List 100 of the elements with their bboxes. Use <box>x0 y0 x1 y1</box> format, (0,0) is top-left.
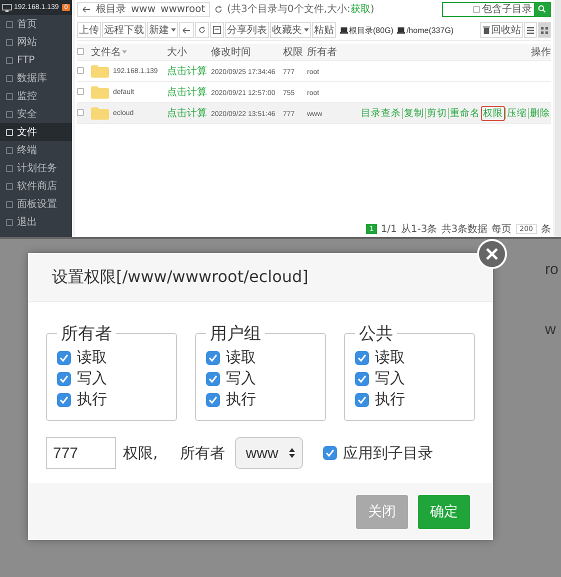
background-text: w <box>545 321 556 338</box>
sidebar-item[interactable]: 退出 <box>0 213 72 231</box>
sidebar-item[interactable]: 监控 <box>0 87 72 105</box>
range-text: 从1-3条 <box>400 222 438 236</box>
back-arrow-button[interactable] <box>179 22 194 38</box>
dialog-title: 设置权限[/www/wwwroot/ecloud] <box>52 266 308 288</box>
caret-icon <box>304 28 309 32</box>
drive-icon <box>397 26 406 34</box>
checkbox[interactable] <box>77 48 84 54</box>
group-title: 用户组 <box>209 323 262 345</box>
square-icon <box>6 128 13 136</box>
trash-icon <box>483 26 490 34</box>
path-segment[interactable]: wwwroot <box>160 4 206 14</box>
list-view-button[interactable] <box>524 22 537 38</box>
checkbox[interactable] <box>57 350 71 364</box>
search-icon <box>538 5 546 13</box>
caret-icon <box>171 28 176 32</box>
checkbox[interactable] <box>355 350 369 364</box>
sidebar-item[interactable]: 网站 <box>0 33 72 51</box>
checkbox[interactable] <box>77 108 84 116</box>
square-icon <box>6 92 13 100</box>
search-button[interactable] <box>534 2 550 16</box>
column-header: 所有者 <box>307 46 337 59</box>
list-icon <box>527 26 534 34</box>
sidebar-item[interactable]: 计划任务 <box>0 159 72 177</box>
sidebar-item[interactable]: 首页 <box>0 15 72 33</box>
toolbar-button[interactable]: 远程下载 <box>102 22 146 38</box>
square-icon <box>6 38 13 46</box>
permission-input[interactable]: 777 <box>46 437 116 469</box>
refresh-icon <box>198 26 206 34</box>
dropdown-button[interactable]: 收藏夹 <box>270 22 311 38</box>
calculate-size-link[interactable]: 点击计算 <box>167 66 207 77</box>
toolbar-button[interactable]: 分享列表 <box>225 22 269 38</box>
square-icon <box>6 110 13 118</box>
sort-caret-icon[interactable] <box>122 50 127 54</box>
disk-link[interactable]: /home(337G) <box>397 26 454 34</box>
sidebar-item[interactable]: 软件商店 <box>0 177 72 195</box>
checkbox[interactable] <box>57 372 71 386</box>
permission-label: 写入 <box>226 369 256 388</box>
arrow-icon <box>182 26 191 34</box>
owner-select[interactable]: www <box>234 437 303 469</box>
back-arrow-icon[interactable] <box>82 6 91 12</box>
permission-label: 读取 <box>375 348 405 367</box>
permission-label: 写入 <box>77 369 107 388</box>
up-down-arrows-icon <box>288 448 295 458</box>
permission-label: 执行 <box>77 390 107 409</box>
permission-label: 执行 <box>226 390 256 409</box>
permission-label: 读取 <box>226 348 256 367</box>
sidebar-item[interactable]: 终端 <box>0 141 72 159</box>
checkbox[interactable] <box>206 372 220 386</box>
toolbar-button[interactable]: 上传 <box>77 22 101 38</box>
confirm-button[interactable]: 确定 <box>418 494 470 528</box>
drive-icon <box>340 26 348 34</box>
square-icon <box>6 74 13 82</box>
checkbox[interactable] <box>322 446 337 460</box>
square-icon <box>6 200 13 208</box>
checkbox[interactable] <box>355 392 369 406</box>
refresh-icon[interactable] <box>214 4 224 14</box>
monitor-icon <box>2 4 12 12</box>
sidebar-item[interactable]: 数据库 <box>0 69 72 87</box>
permission-label: 权限, <box>123 444 158 462</box>
checkbox[interactable] <box>57 392 71 406</box>
get-size-link[interactable]: 获取 <box>350 4 370 15</box>
checkbox[interactable] <box>77 66 84 74</box>
scrollbar[interactable] <box>555 0 561 237</box>
page-count: 1/1 <box>380 224 397 234</box>
sidebar-item[interactable]: 文件 <box>0 123 72 141</box>
sidebar-item[interactable]: 面板设置 <box>0 195 72 213</box>
owner-label: 所有者 <box>180 444 225 462</box>
window-icon <box>213 26 221 34</box>
recycle-bin-button[interactable]: 回收站 <box>480 22 523 38</box>
column-header: 修改时间 <box>211 46 251 59</box>
square-icon <box>6 218 13 226</box>
sidebar-item[interactable]: FTP <box>0 51 72 69</box>
path-segment[interactable]: www <box>131 4 156 14</box>
checkbox[interactable] <box>206 350 220 364</box>
group-title: 所有者 <box>60 323 113 345</box>
permission-label: 执行 <box>375 390 405 409</box>
square-icon <box>6 146 13 154</box>
background-text: ro <box>545 261 558 278</box>
calculate-size-link[interactable]: 点击计算 <box>167 87 207 98</box>
path-segment[interactable]: 根目录 <box>96 2 126 16</box>
checkbox[interactable] <box>473 6 480 12</box>
checkbox[interactable] <box>206 392 220 406</box>
toolbar-button[interactable]: 粘贴 <box>312 22 336 38</box>
refresh-button[interactable] <box>195 22 209 38</box>
grid-view-button[interactable] <box>538 22 551 38</box>
terminal-button[interactable] <box>210 22 224 38</box>
checkbox[interactable] <box>77 88 84 94</box>
close-icon[interactable] <box>477 239 507 269</box>
folder-icon <box>91 86 109 98</box>
checkbox[interactable] <box>355 372 369 386</box>
permission-label: 读取 <box>77 348 107 367</box>
grid-icon <box>541 26 548 34</box>
search-field[interactable]: 包含子目录 <box>442 2 551 16</box>
group-title: 公共 <box>358 323 394 345</box>
disk-link[interactable]: 根目录(80G) <box>340 24 394 36</box>
sidebar-item[interactable]: 安全 <box>0 105 72 123</box>
dropdown-button[interactable]: 新建 <box>147 22 178 38</box>
total-text: 共3条数据 <box>441 222 488 236</box>
